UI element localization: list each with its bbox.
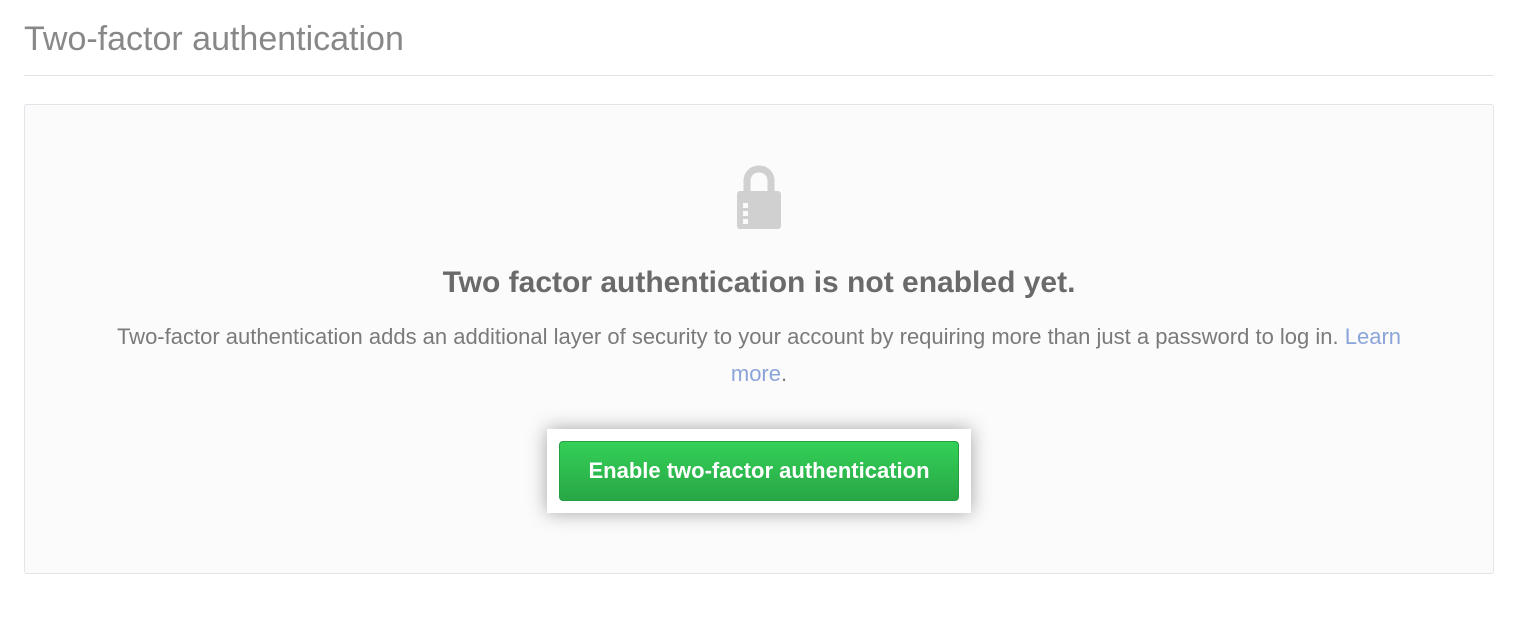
page-title: Two-factor authentication bbox=[24, 20, 1494, 76]
panel-description-period: . bbox=[781, 361, 787, 386]
enable-two-factor-button[interactable]: Enable two-factor authentication bbox=[559, 441, 958, 501]
panel-description: Two-factor authentication adds an additi… bbox=[99, 318, 1419, 393]
panel-heading: Two factor authentication is not enabled… bbox=[65, 266, 1453, 300]
lock-icon bbox=[730, 165, 788, 238]
two-factor-panel: Two factor authentication is not enabled… bbox=[24, 104, 1494, 574]
panel-description-text: Two-factor authentication adds an additi… bbox=[117, 324, 1345, 349]
button-highlight-wrap: Enable two-factor authentication bbox=[547, 429, 970, 513]
